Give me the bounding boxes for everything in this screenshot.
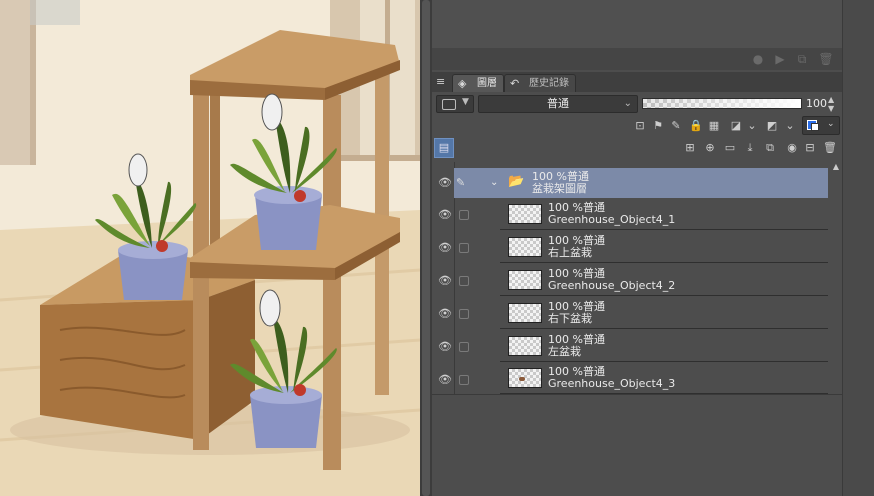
navigator-bar: ● ▶ ⧉ 🗑 — [432, 48, 842, 70]
eye-icon[interactable]: 👁 — [438, 340, 452, 354]
layer-row[interactable]: 100 %普通 Greenhouse_Object4_2 — [500, 264, 828, 296]
chevron-down-icon: ▼ — [462, 97, 469, 107]
layer-thumbnail — [508, 368, 542, 388]
layer-panel: ● ▶ ⧉ 🗑 ≡ ◈ 圖層 ↶ 歷史記錄 ▼ 普通 ⌄ 100 ▲ ▼ ⊡ ⚑… — [432, 0, 842, 496]
canvas-artwork — [0, 0, 420, 496]
eye-icon[interactable]: 👁 — [438, 176, 452, 190]
mask-icon[interactable]: ◪ — [728, 118, 744, 134]
transfer-down-icon[interactable]: ⤓ — [742, 140, 758, 156]
layer-name: 左盆栽 — [548, 345, 581, 358]
lock-transparent-icon[interactable]: ▦ — [706, 118, 722, 134]
layer-thumbnail — [508, 336, 542, 356]
trash-icon[interactable]: 🗑 — [818, 51, 834, 67]
layer-name: Greenhouse_Object4_1 — [548, 213, 676, 226]
layer-thumbnail — [508, 303, 542, 323]
opacity-spinner[interactable]: ▲ ▼ — [828, 95, 838, 113]
eye-icon[interactable]: 👁 — [438, 241, 452, 255]
scroll-up-icon[interactable]: ▲ — [830, 162, 842, 174]
opacity-value: 100 — [806, 97, 827, 110]
layer-thumbnail — [508, 204, 542, 224]
layer-list-empty-area — [432, 394, 842, 496]
layer-thumbnail — [508, 270, 542, 290]
lock-checkbox[interactable] — [459, 210, 469, 220]
chevron-down-icon[interactable]: ⌄ — [744, 118, 760, 134]
record-icon[interactable]: ● — [750, 51, 766, 67]
tab-layers-label: 圖層 — [477, 78, 497, 89]
history-icon: ↶ — [510, 77, 520, 90]
new-folder-icon[interactable]: ▭ — [722, 140, 738, 156]
layer-name: 右下盆栽 — [548, 312, 592, 325]
filmstrip-icon[interactable]: ▤ — [434, 138, 454, 158]
tab-history-label: 歷史記錄 — [529, 78, 569, 89]
square-icon — [442, 99, 456, 110]
pencil-icon: ✎ — [456, 176, 466, 189]
panel-scrollbar[interactable] — [842, 0, 874, 496]
layer-list: 👁 ✎ ⌄ 📂 100 %普通 盆栽架圖層 👁 100 %普通 Greenhou… — [432, 162, 830, 394]
layer-name: 右上盆栽 — [548, 246, 592, 259]
panel-tabs: ≡ ◈ 圖層 ↶ 歷史記錄 — [432, 72, 842, 92]
folder-name: 盆栽架圖層 — [532, 182, 587, 195]
drawing-canvas[interactable] — [0, 0, 420, 496]
layer-row[interactable]: 100 %普通 Greenhouse_Object4_3 — [500, 362, 828, 394]
clip-icon[interactable]: ⊡ — [632, 118, 648, 134]
layer-row[interactable]: 100 %普通 右上盆栽 — [500, 231, 828, 263]
chevron-down-icon: ⌄ — [623, 98, 632, 109]
layer-name: Greenhouse_Object4_2 — [548, 279, 676, 292]
draft-icon[interactable]: ✎ — [668, 118, 684, 134]
eye-icon[interactable]: 👁 — [438, 274, 452, 288]
layer-row[interactable]: 100 %普通 Greenhouse_Object4_1 — [500, 198, 828, 230]
layer-folder-row[interactable]: ✎ ⌄ 📂 100 %普通 盆栽架圖層 — [454, 168, 828, 198]
eye-icon[interactable]: 👁 — [438, 373, 452, 387]
layer-row[interactable]: 100 %普通 右下盆栽 — [500, 297, 828, 329]
mask-create-icon[interactable]: ◉ — [784, 140, 800, 156]
lock-checkbox[interactable] — [459, 243, 469, 253]
mask-apply-icon[interactable]: ⊟ — [802, 140, 818, 156]
lock-checkbox[interactable] — [459, 342, 469, 352]
layer-options-row: ⊡ ⚑ ✎ 🔒 ▦ ◪ ⌄ ◩ ⌄ ⌄ — [432, 116, 842, 136]
combine-icon[interactable]: ⧉ — [762, 140, 778, 156]
tab-layers[interactable]: ◈ 圖層 — [452, 74, 504, 92]
chevron-down-icon: ⌄ — [827, 119, 835, 129]
layer-type-dropdown[interactable]: ▼ — [436, 95, 474, 113]
chevron-down-icon[interactable]: ⌄ — [490, 177, 498, 188]
panel-menu-icon[interactable]: ≡ — [436, 74, 450, 90]
layers-icon: ◈ — [458, 77, 467, 90]
reference-icon[interactable]: ⚑ — [650, 118, 666, 134]
eye-icon[interactable]: 👁 — [438, 307, 452, 321]
eye-icon[interactable]: 👁 — [438, 208, 452, 222]
layer-name: Greenhouse_Object4_3 — [548, 377, 676, 390]
blend-mode-value: 普通 — [547, 97, 569, 110]
delete-layer-icon[interactable]: 🗑 — [822, 140, 838, 156]
lock-checkbox[interactable] — [459, 276, 469, 286]
layer-command-row: ▤ ⊞ ⊕ ▭ ⤓ ⧉ ◉ ⊟ 🗑 — [432, 138, 842, 160]
layer-row[interactable]: 100 %普通 左盆栽 — [500, 330, 828, 362]
palette-icon[interactable]: ◩ — [764, 118, 780, 134]
folder-icon: 📂 — [508, 174, 525, 189]
layer-color-button[interactable]: ⌄ — [802, 116, 840, 135]
play-icon[interactable]: ▶ — [772, 51, 788, 67]
lock-checkbox[interactable] — [459, 375, 469, 385]
layer-thumbnail — [508, 237, 542, 257]
opacity-slider[interactable] — [642, 98, 802, 109]
tab-history[interactable]: ↶ 歷史記錄 — [504, 74, 576, 92]
lock-checkbox[interactable] — [459, 309, 469, 319]
layer-properties-row: ▼ 普通 ⌄ 100 ▲ ▼ — [432, 93, 842, 115]
blend-mode-select[interactable]: 普通 ⌄ — [478, 95, 638, 113]
lock-icon[interactable]: 🔒 — [688, 118, 704, 134]
new-raster-layer-icon[interactable]: ⊞ — [682, 140, 698, 156]
sub-color-swatch — [811, 123, 819, 131]
canvas-divider[interactable] — [420, 0, 432, 496]
export-icon[interactable]: ⧉ — [794, 51, 810, 67]
new-vector-layer-icon[interactable]: ⊕ — [702, 140, 718, 156]
chevron-down-icon[interactable]: ⌄ — [782, 118, 798, 134]
panel-top-area — [432, 0, 842, 48]
